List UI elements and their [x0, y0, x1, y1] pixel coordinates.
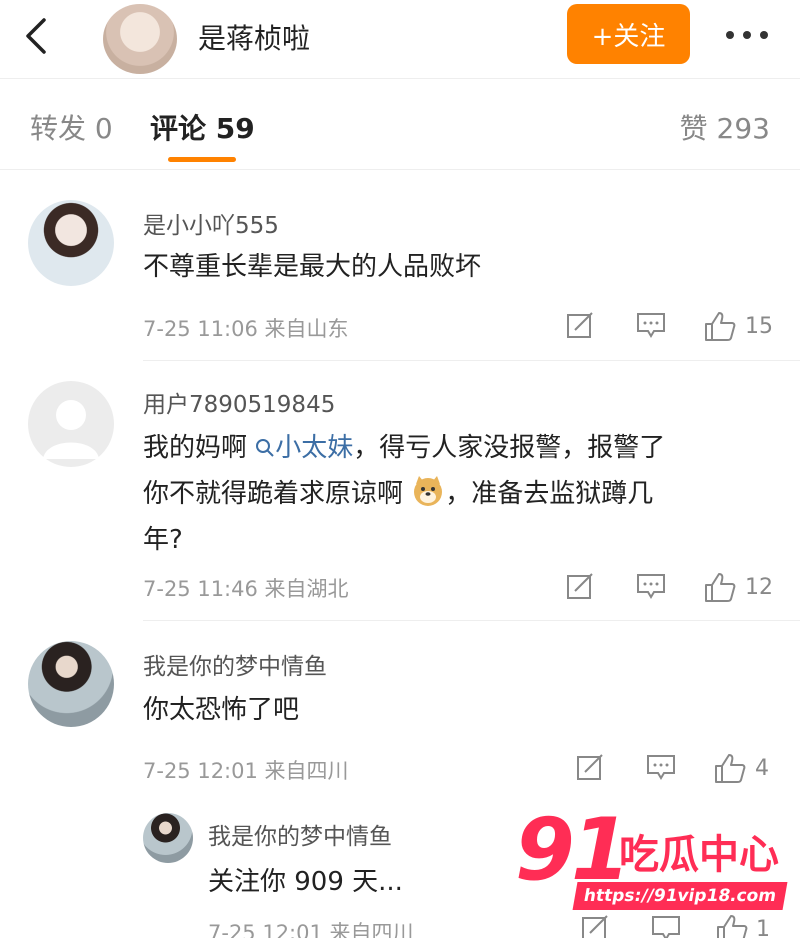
tab-bar: 转发 0 评论 59 赞 293	[0, 78, 800, 170]
reply-text: 关注你 909 天...	[208, 867, 403, 897]
repost-icon[interactable]	[565, 571, 595, 601]
comment-meta: 7-25 12:01 来自四川	[143, 759, 349, 783]
comment-actions: 12	[565, 571, 785, 605]
comment-meta: 7-25 11:06 来自山东	[143, 317, 349, 341]
back-arrow-icon[interactable]	[18, 16, 58, 56]
commenter-name[interactable]: 我是你的梦中情鱼	[143, 647, 327, 681]
reply-avatar[interactable]	[143, 813, 193, 863]
comment-text: 我的妈啊 小太妹，得亏人家没报警，报警了 你不就得跪着求原谅啊 ，准备去监狱蹲几…	[143, 425, 783, 563]
author-name[interactable]: 是蒋桢啦	[198, 17, 310, 57]
like-icon[interactable]	[703, 571, 737, 603]
search-icon	[256, 439, 274, 457]
repost-icon[interactable]	[575, 752, 605, 782]
comment-text-segment: ，准备去监狱蹲几	[445, 479, 654, 509]
watermark-text: 吃瓜中心	[619, 832, 779, 878]
active-tab-indicator	[168, 157, 236, 162]
comment-text-segment: 你不就得跪着求原谅啊	[143, 479, 404, 509]
reply-meta: 7-25 12:01 来自四川	[208, 921, 414, 938]
tab-repost[interactable]: 转发 0	[30, 107, 113, 147]
comment-text: 你太恐怖了吧	[143, 695, 300, 725]
comment-meta: 7-25 11:46 来自湖北	[143, 577, 349, 601]
comment-actions: 15	[565, 310, 785, 344]
like-count: 1	[756, 917, 770, 938]
comment-text-segment: ，得亏人家没报警，报警了	[353, 433, 666, 463]
comment-item: 是小小吖555 不尊重长辈是最大的人品败坏 7-25 11:06 来自山东 15	[0, 178, 800, 361]
commenter-avatar[interactable]	[28, 381, 114, 467]
comment-icon[interactable]	[645, 752, 677, 782]
more-options-icon[interactable]	[722, 19, 772, 49]
comment-text-segment: 我的妈啊	[143, 433, 248, 463]
follow-button[interactable]: +关注	[567, 4, 690, 64]
reply-name[interactable]: 我是你的梦中情鱼	[208, 817, 392, 851]
topic-name: 小太妹	[275, 433, 354, 463]
comment-actions: 4	[575, 752, 785, 786]
comment-text: 不尊重长辈是最大的人品败坏	[143, 252, 482, 282]
commenter-avatar[interactable]	[28, 641, 114, 727]
like-count: 12	[745, 575, 773, 600]
author-avatar[interactable]	[103, 4, 177, 74]
watermark-url: https://91vip18.com	[572, 882, 788, 910]
topic-search-link[interactable]: 小太妹	[255, 433, 353, 463]
doge-emoji-icon	[414, 476, 443, 506]
comment-item: 用户7890519845 我的妈啊 小太妹，得亏人家没报警，报警了 你不就得跪着…	[0, 361, 800, 621]
watermark-logo: 91 吃瓜中心 https://91vip18.com	[515, 800, 788, 918]
like-count: 15	[745, 314, 773, 339]
repost-icon[interactable]	[565, 310, 595, 340]
default-user-icon	[43, 400, 99, 459]
comment-text-segment: 年?	[143, 525, 183, 555]
tab-likes[interactable]: 赞 293	[680, 107, 770, 147]
top-bar: 是蒋桢啦 +关注	[0, 0, 800, 78]
comment-icon[interactable]	[635, 571, 667, 601]
like-icon[interactable]	[703, 310, 737, 342]
tab-comments[interactable]: 评论 59	[150, 107, 255, 147]
like-icon[interactable]	[713, 752, 747, 784]
comment-icon[interactable]	[635, 310, 667, 340]
commenter-name[interactable]: 用户7890519845	[143, 385, 335, 419]
commenter-name[interactable]: 是小小吖555	[143, 206, 279, 240]
like-count: 4	[755, 756, 769, 781]
commenter-avatar[interactable]	[28, 200, 114, 286]
